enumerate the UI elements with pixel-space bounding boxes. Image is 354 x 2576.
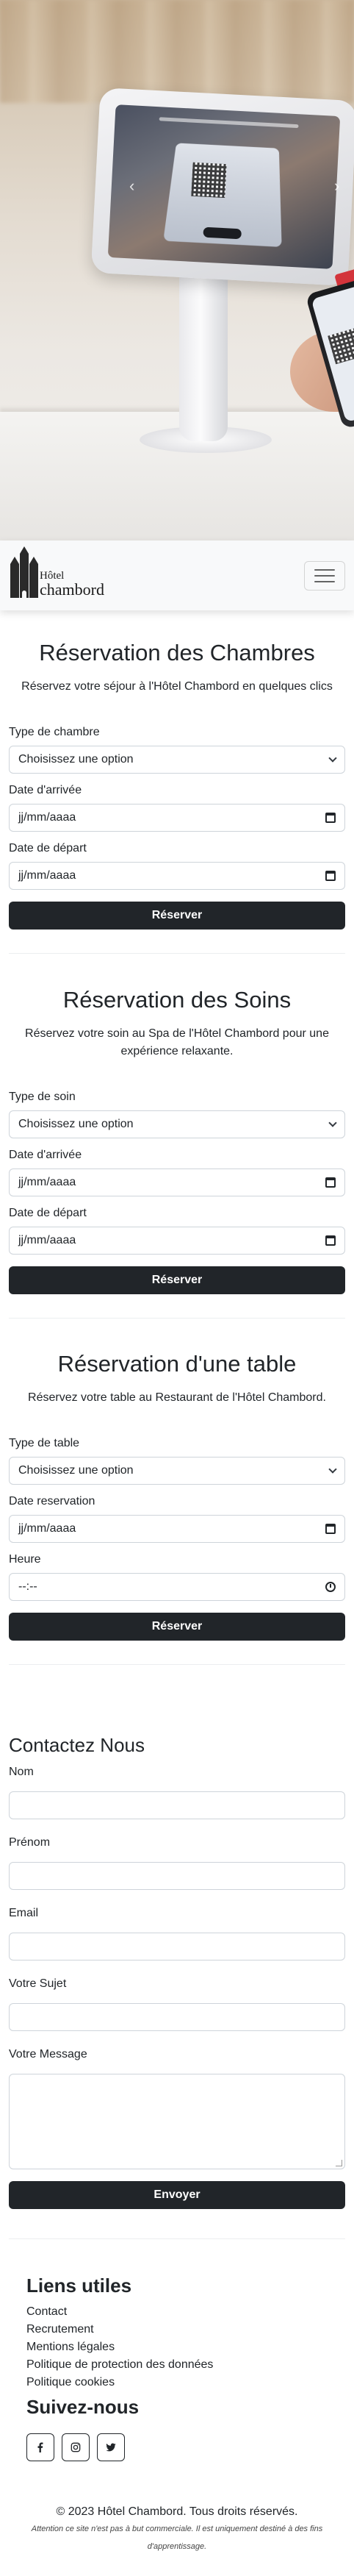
room-departure-date-input[interactable]: jj/mm/aaaa [9, 862, 345, 890]
spa-departure-date-input[interactable]: jj/mm/aaaa [9, 1227, 345, 1255]
useful-links-title: Liens utiles [26, 2274, 132, 2297]
room-arrival-date-input[interactable]: jj/mm/aaaa [9, 804, 345, 832]
spa-type-label: Type de soin [9, 1091, 76, 1103]
room-type-select[interactable]: Choisissez une option [9, 746, 345, 774]
email-label: Email [9, 1907, 39, 1919]
table-type-label: Type de table [9, 1437, 80, 1449]
firstname-label: Prénom [9, 1836, 51, 1849]
kiosk-screen-text [159, 117, 299, 129]
table-reservation-section: Réservation d'une table Réservez votre t… [0, 1319, 354, 1641]
navbar: Hôtel chambord [0, 540, 354, 610]
spa-reserve-button[interactable]: Réserver [9, 1266, 345, 1294]
contact-title: Contactez Nous [9, 1734, 145, 1756]
instagram-button[interactable] [62, 2433, 90, 2461]
chevron-down-icon [328, 754, 337, 763]
room-arrival-label: Date d'arrivée [9, 784, 82, 796]
room-type-label: Type de chambre [9, 726, 100, 738]
clock-icon[interactable] [325, 1582, 336, 1592]
calendar-icon[interactable] [325, 1177, 336, 1188]
spa-arrival-value: jj/mm/aaaa [18, 1176, 76, 1188]
hamburger-icon [314, 568, 335, 571]
subject-label: Votre Sujet [9, 1977, 67, 1990]
room-type-value: Choisissez une option [18, 753, 134, 766]
carousel-next-icon[interactable]: › [334, 176, 339, 196]
brand-line-2: chambord [40, 579, 104, 599]
chevron-down-icon [328, 1465, 337, 1474]
table-time-value: --:-- [18, 1580, 37, 1593]
message-textarea[interactable] [9, 2074, 345, 2169]
contact-section: Contactez Nous Nom Prénom Email Votre Su… [0, 1665, 354, 2209]
table-type-select[interactable]: Choisissez une option [9, 1457, 345, 1485]
footer-link-recruitment[interactable]: Recrutement [26, 2321, 328, 2338]
rooms-subtitle: Réservez votre séjour à l'Hôtel Chambord… [21, 680, 333, 693]
table-subtitle: Réservez votre table au Restaurant de l'… [28, 1391, 326, 1404]
calendar-icon[interactable] [325, 1524, 336, 1534]
spa-title: Réservation des Soins [62, 987, 292, 1013]
brand-name: Hôtel chambord [40, 570, 104, 599]
footer: Liens utiles Contact Recrutement Mention… [0, 2239, 354, 2461]
social-links [26, 2433, 328, 2461]
footer-link-legal[interactable]: Mentions légales [26, 2338, 328, 2356]
spa-arrival-label: Date d'arrivée [9, 1149, 82, 1161]
twitter-button[interactable] [97, 2433, 125, 2461]
room-reserve-button[interactable]: Réserver [9, 902, 345, 930]
hero-image: ‹ › [0, 0, 354, 540]
follow-us-title: Suivez-nous [26, 2396, 140, 2418]
spa-departure-label: Date de départ [9, 1207, 87, 1219]
hero-window-background [0, 0, 354, 103]
table-type-value: Choisissez une option [18, 1464, 134, 1477]
room-arrival-value: jj/mm/aaaa [18, 811, 76, 824]
twitter-icon [106, 2443, 116, 2452]
footer-link-contact[interactable]: Contact [26, 2303, 328, 2321]
spa-departure-value: jj/mm/aaaa [18, 1234, 76, 1246]
table-title: Réservation d'une table [57, 1351, 297, 1377]
useful-links-list: Contact Recrutement Mentions légales Pol… [26, 2303, 328, 2391]
calendar-icon[interactable] [325, 871, 336, 881]
spa-subtitle: Réservez votre soin au Spa de l'Hôtel Ch… [25, 1027, 329, 1057]
brand-logo[interactable]: Hôtel chambord [10, 546, 104, 599]
copyright-bar: © 2023 Hôtel Chambord. Tous droits réser… [0, 2461, 354, 2573]
room-departure-label: Date de départ [9, 842, 87, 854]
name-label: Nom [9, 1766, 34, 1778]
facebook-button[interactable] [26, 2433, 54, 2461]
footer-link-cookies[interactable]: Politique cookies [26, 2374, 328, 2391]
room-departure-value: jj/mm/aaaa [18, 869, 76, 882]
name-input[interactable] [9, 1791, 345, 1819]
subject-input[interactable] [9, 2003, 345, 2031]
table-reserve-button[interactable]: Réserver [9, 1613, 345, 1641]
kiosk-screen-button [203, 226, 242, 240]
calendar-icon[interactable] [325, 813, 336, 823]
copyright-text: © 2023 Hôtel Chambord. Tous droits réser… [56, 2505, 298, 2518]
facebook-icon [37, 2442, 43, 2452]
footer-link-privacy[interactable]: Politique de protection des données [26, 2356, 328, 2374]
chevron-down-icon [328, 1118, 337, 1127]
table-date-label: Date reservation [9, 1495, 95, 1508]
carousel-prev-icon[interactable]: ‹ [129, 176, 134, 196]
spa-reservation-section: Réservation des Soins Réservez votre soi… [0, 954, 354, 1294]
castle-icon [10, 546, 38, 598]
message-label: Votre Message [9, 2048, 87, 2061]
firstname-input[interactable] [9, 1862, 345, 1890]
disclaimer-text: Attention ce site n'est pas à but commer… [31, 2525, 323, 2551]
rooms-reservation-section: Réservation des Chambres Réservez votre … [0, 610, 354, 930]
table-time-input[interactable]: --:-- [9, 1573, 345, 1601]
send-button[interactable]: Envoyer [9, 2181, 345, 2209]
qr-code-icon [191, 162, 227, 199]
calendar-icon[interactable] [325, 1235, 336, 1246]
table-date-input[interactable]: jj/mm/aaaa [9, 1515, 345, 1543]
spa-type-value: Choisissez une option [18, 1118, 134, 1130]
table-time-label: Heure [9, 1553, 41, 1566]
rooms-title: Réservation des Chambres [39, 640, 315, 666]
instagram-icon [71, 2442, 81, 2452]
email-input[interactable] [9, 1933, 345, 1960]
spa-type-select[interactable]: Choisissez une option [9, 1110, 345, 1138]
spa-arrival-date-input[interactable]: jj/mm/aaaa [9, 1169, 345, 1196]
menu-toggle-button[interactable] [304, 560, 345, 591]
table-date-value: jj/mm/aaaa [18, 1522, 76, 1535]
